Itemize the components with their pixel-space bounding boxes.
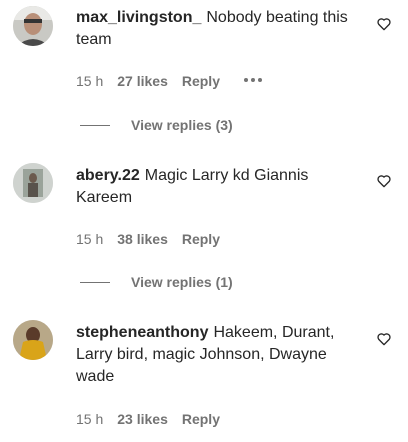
comment-username[interactable]: abery.22 (76, 167, 140, 184)
likes-count[interactable]: 23 likes (117, 410, 168, 428)
view-replies-button[interactable]: View replies (3) (80, 116, 233, 134)
view-replies-label: View replies (1) (131, 274, 233, 290)
likes-count[interactable]: 27 likes (117, 72, 168, 90)
avatar[interactable] (13, 6, 53, 46)
comment-meta: 15 h 27 likes Reply (76, 72, 265, 90)
heart-outline-icon[interactable] (376, 16, 392, 32)
avatar[interactable] (13, 163, 53, 203)
divider-line (80, 124, 110, 126)
avatar[interactable] (13, 320, 53, 360)
comment-meta: 15 h 23 likes Reply (76, 410, 220, 428)
reply-button[interactable]: Reply (182, 72, 220, 90)
comment-text: abery.22 Magic Larry kd Giannis Kareem (76, 165, 366, 209)
view-replies-label: View replies (3) (131, 117, 233, 133)
comment-time: 15 h (76, 73, 104, 89)
likes-count[interactable]: 38 likes (117, 230, 168, 248)
comment-username[interactable]: max_livingston_ (76, 9, 201, 26)
view-replies-button[interactable]: View replies (1) (80, 273, 233, 291)
comment-text: stepheneanthony Hakeem, Durant, Larry bir… (76, 322, 366, 388)
heart-outline-icon[interactable] (376, 331, 392, 347)
comment-time: 15 h (76, 231, 104, 247)
reply-button[interactable]: Reply (182, 410, 220, 428)
comment-username[interactable]: stepheneanthony (76, 324, 208, 341)
comment-text: max_livingston_ Nobody beating this team (76, 7, 366, 51)
comment-time: 15 h (76, 411, 104, 427)
divider-line (80, 281, 110, 283)
more-dots-icon[interactable] (243, 72, 265, 90)
reply-button[interactable]: Reply (182, 230, 220, 248)
heart-outline-icon[interactable] (376, 173, 392, 189)
comment-meta: 15 h 38 likes Reply (76, 230, 220, 248)
